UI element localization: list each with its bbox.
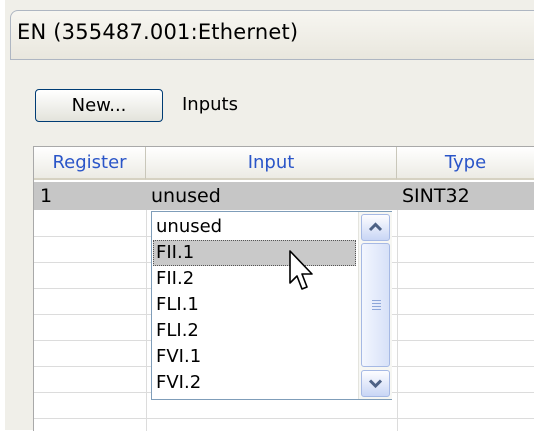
input-dropdown-list[interactable]: unused FII.1 FII.2 FLI.1 FLI.2 FVI.1 FVI… — [151, 211, 392, 400]
chevron-down-icon — [368, 379, 383, 389]
column-header-register[interactable]: Register — [34, 147, 146, 180]
window-title: EN (355487.001:Ethernet) — [17, 20, 299, 44]
column-header-type[interactable]: Type — [397, 147, 534, 180]
mouse-cursor-icon — [289, 250, 313, 290]
cell-input[interactable]: unused — [151, 185, 221, 207]
dropdown-option[interactable]: FLI.2 — [153, 318, 356, 344]
scroll-thumb[interactable] — [361, 243, 390, 367]
column-divider — [146, 210, 147, 431]
column-header-input[interactable]: Input — [146, 147, 397, 180]
dropdown-option[interactable]: FVI.2 — [153, 370, 356, 396]
new-button[interactable]: New... — [35, 89, 163, 122]
dropdown-scrollbar[interactable] — [358, 212, 392, 399]
scroll-down-button[interactable] — [361, 370, 390, 397]
chevron-up-icon — [368, 222, 383, 232]
cell-type[interactable]: SINT32 — [402, 185, 470, 207]
dropdown-option[interactable]: FII.2 — [153, 266, 356, 292]
column-divider — [397, 210, 398, 431]
dropdown-option-highlighted[interactable]: FII.1 — [153, 240, 356, 266]
scroll-up-button[interactable] — [361, 214, 390, 241]
row-divider — [34, 418, 534, 419]
section-label: Inputs — [182, 94, 238, 115]
dropdown-option[interactable]: FVI.1 — [153, 344, 356, 370]
cell-register[interactable]: 1 — [40, 185, 52, 207]
dropdown-option[interactable]: unused — [153, 214, 356, 240]
dropdown-option[interactable]: FLI.1 — [153, 292, 356, 318]
